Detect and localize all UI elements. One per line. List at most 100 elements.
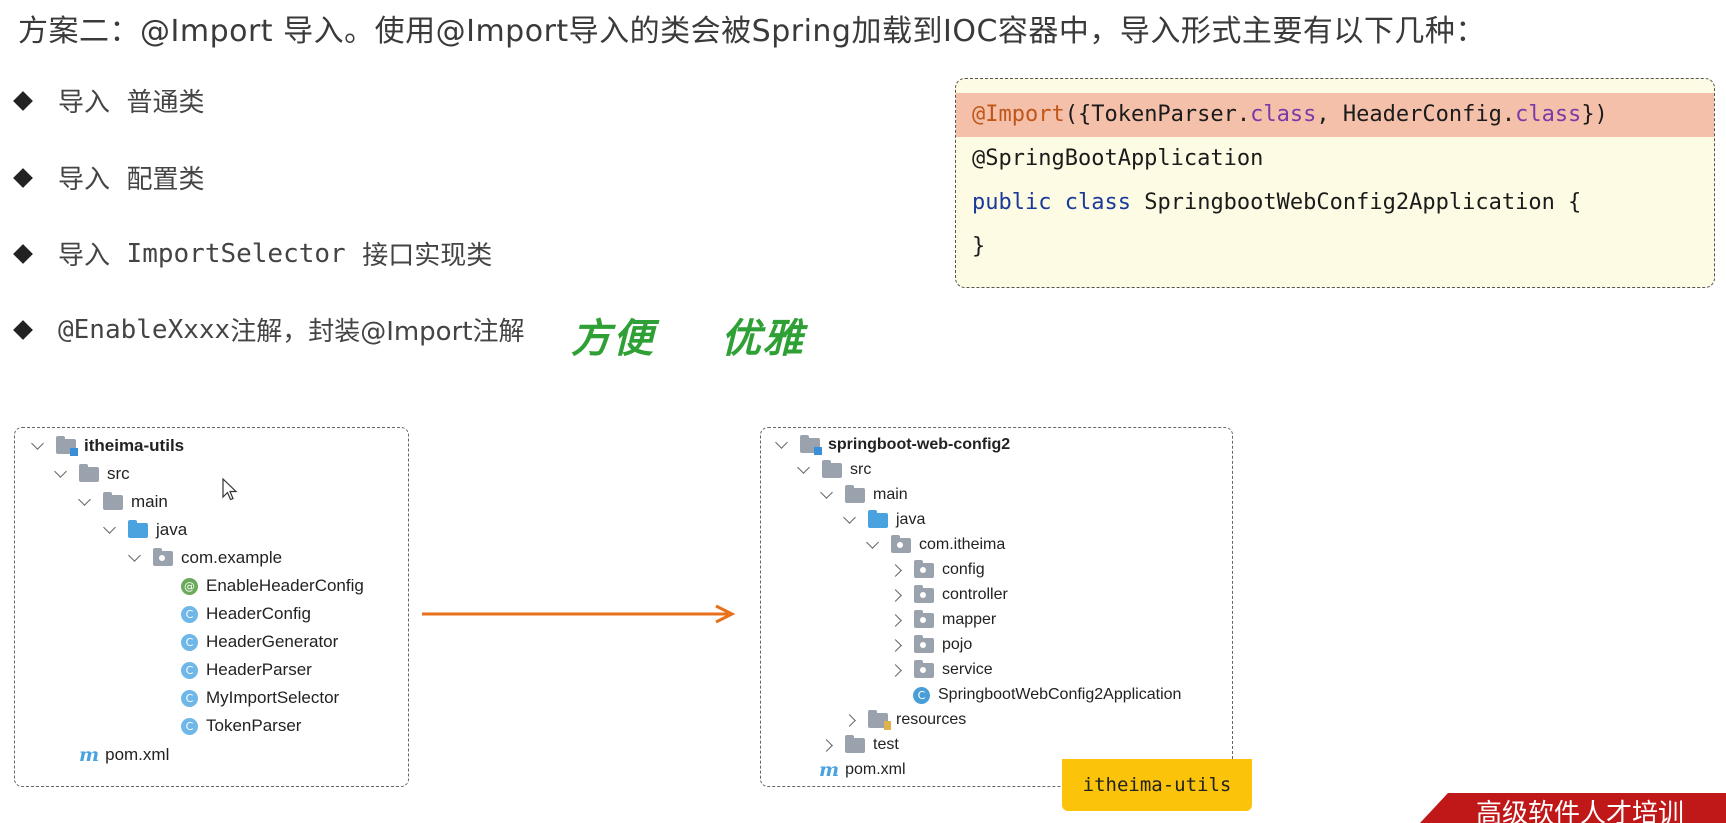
bullet-code: @EnableXxxx: [58, 314, 231, 345]
diamond-bullet-icon: [14, 245, 32, 263]
package-icon: [914, 584, 934, 603]
chevron-right-icon[interactable]: [889, 588, 902, 602]
tree-node-subpackage[interactable]: controller: [889, 584, 1008, 604]
tree-node-subpackage[interactable]: config: [889, 559, 985, 579]
diamond-bullet-icon: [14, 92, 32, 110]
tree-node-class[interactable]: @ EnableHeaderConfig: [181, 576, 364, 596]
tree-node-pom[interactable]: m pom.xml: [819, 759, 906, 781]
tree-label: itheima-utils: [84, 436, 185, 455]
tree-label: config: [942, 561, 985, 578]
bullet-config-class: 导入 配置类: [14, 159, 205, 196]
page-heading: 方案二：@Import 导入。使用@Import导入的类会被Spring加载到I…: [18, 14, 1486, 49]
bullet-text: 注解，封装@Import注解: [230, 317, 525, 347]
tree-label: HeaderConfig: [206, 604, 311, 623]
tree-node-resources[interactable]: resources: [843, 709, 966, 730]
package-icon: [891, 534, 911, 553]
chevron-right-icon[interactable]: [889, 613, 902, 627]
tree-node-package[interactable]: com.itheima: [866, 534, 1005, 554]
code-keyword: public: [972, 190, 1052, 215]
module-folder-icon: [800, 434, 822, 455]
tree-node-subpackage[interactable]: service: [889, 659, 993, 679]
tree-node-class[interactable]: C HeaderGenerator: [181, 632, 338, 652]
tree-node-test[interactable]: test: [820, 734, 899, 754]
bullet-prefix: 导入: [58, 88, 111, 118]
tree-node-src[interactable]: src: [54, 463, 130, 484]
tree-node-class[interactable]: C MyImportSelector: [181, 688, 339, 708]
folder-icon: [103, 491, 123, 510]
tree-label: test: [873, 736, 899, 753]
folder-icon: [845, 734, 865, 753]
package-icon: [914, 659, 934, 678]
tree-label: com.example: [181, 548, 283, 567]
tree-node-class[interactable]: C HeaderConfig: [181, 604, 311, 624]
code-text: SpringbootWebConfig2Application {: [1130, 190, 1582, 215]
tree-label: main: [873, 486, 908, 503]
source-folder-icon: [128, 519, 148, 538]
tree-node-root[interactable]: springboot-web-config2: [775, 434, 1011, 455]
tree-node-pom[interactable]: m pom.xml: [79, 744, 169, 766]
code-line-class: public class SpringbootWebConfig2Applica…: [956, 181, 1714, 225]
module-folder-icon: [56, 435, 78, 456]
code-annotation: @Import: [972, 102, 1065, 127]
chevron-right-icon[interactable]: [820, 738, 833, 752]
tree-label: springboot-web-config2: [828, 436, 1011, 453]
tree-node-root[interactable]: itheima-utils: [31, 435, 185, 456]
maven-icon: m: [79, 744, 100, 766]
callout-word-elegant: 优雅: [720, 315, 805, 362]
class-icon: C: [181, 633, 198, 651]
package-icon: [153, 547, 173, 566]
chevron-down-icon[interactable]: [128, 549, 141, 562]
code-snippet: @Import({TokenParser.class, HeaderConfig…: [955, 78, 1715, 288]
tree-node-class[interactable]: C TokenParser: [181, 716, 301, 736]
chevron-down-icon[interactable]: [775, 436, 788, 449]
tree-label: java: [896, 511, 926, 528]
chevron-down-icon[interactable]: [866, 536, 879, 549]
tree-label: main: [131, 492, 168, 511]
folder-icon: [822, 459, 842, 478]
tree-node-subpackage[interactable]: mapper: [889, 609, 996, 629]
chevron-down-icon[interactable]: [103, 521, 116, 534]
tree-node-package[interactable]: com.example: [128, 547, 283, 568]
spring-class-icon: C: [913, 686, 930, 704]
tree-label: HeaderGenerator: [206, 632, 339, 651]
chevron-right-icon[interactable]: [889, 563, 902, 577]
code-keyword: class: [1250, 102, 1317, 127]
tree-label: HeaderParser: [206, 660, 312, 679]
diamond-bullet-icon: [14, 321, 32, 339]
code-line-import: @Import({TokenParser.class, HeaderConfig…: [956, 93, 1714, 137]
tree-node-app-class[interactable]: C SpringbootWebConfig2Application: [913, 686, 1181, 704]
package-icon: [914, 609, 934, 628]
tree-node-subpackage[interactable]: pojo: [889, 634, 972, 654]
code-keyword: class: [1064, 190, 1131, 215]
chevron-down-icon[interactable]: [78, 493, 91, 506]
diamond-bullet-icon: [14, 169, 32, 187]
tree-label: src: [850, 461, 872, 478]
tree-node-src[interactable]: src: [797, 459, 872, 479]
tree-node-main[interactable]: main: [820, 484, 908, 504]
resources-folder-icon: [868, 709, 891, 730]
chevron-right-icon[interactable]: [889, 663, 902, 677]
maven-icon: m: [819, 759, 840, 781]
tree-node-main[interactable]: main: [78, 491, 168, 512]
class-icon: C: [181, 689, 198, 707]
bullet-enable-annotation: @EnableXxxx 注解，封装@Import注解: [14, 311, 524, 348]
tree-label: MyImportSelector: [206, 688, 340, 707]
code-text: , HeaderConfig.: [1316, 102, 1516, 127]
chevron-down-icon[interactable]: [54, 465, 67, 478]
code-keyword: class: [1515, 102, 1582, 127]
chevron-down-icon[interactable]: [843, 511, 856, 524]
chevron-right-icon[interactable]: [843, 713, 856, 727]
tree-node-class[interactable]: C HeaderParser: [181, 660, 312, 680]
chevron-right-icon[interactable]: [889, 638, 902, 652]
chevron-down-icon[interactable]: [797, 461, 810, 474]
mouse-cursor-icon: [222, 478, 238, 501]
code-line-close: }: [972, 234, 986, 259]
chevron-down-icon[interactable]: [31, 437, 44, 450]
folder-icon: [845, 484, 865, 503]
project-tree-springboot-web-config2: springboot-web-config2 src main java com…: [760, 427, 1233, 787]
chevron-down-icon[interactable]: [820, 486, 833, 499]
class-icon: C: [181, 605, 198, 623]
tree-node-java[interactable]: java: [103, 519, 187, 540]
sticky-note-tag: itheima-utils: [1062, 759, 1252, 811]
tree-node-java[interactable]: java: [843, 509, 926, 529]
